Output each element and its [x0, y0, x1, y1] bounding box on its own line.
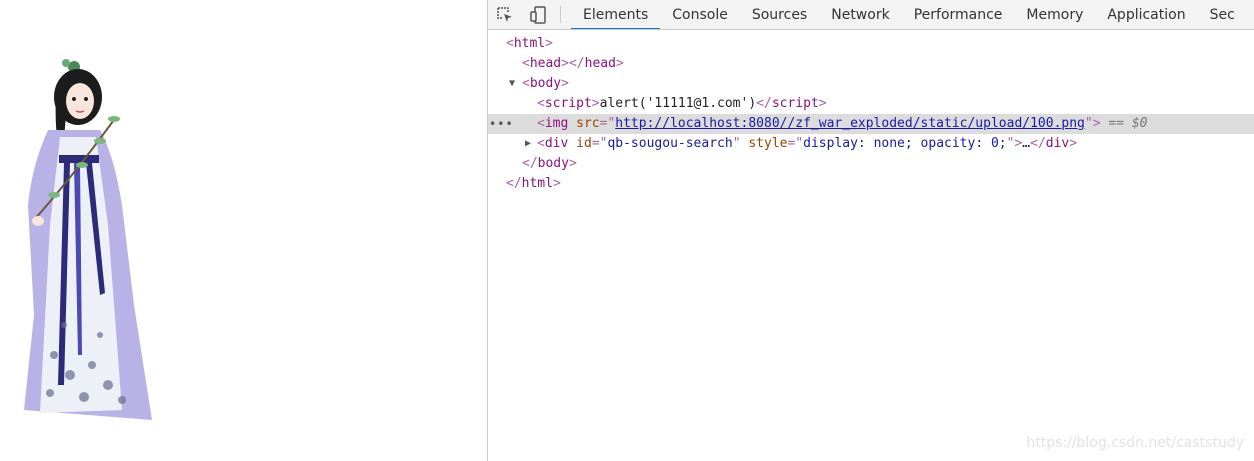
img-tag: img: [544, 116, 569, 131]
collapse-arrow-icon[interactable]: ▶: [525, 134, 531, 154]
tab-elements[interactable]: Elements: [571, 0, 661, 29]
script-close-tag: script: [771, 96, 819, 111]
tab-console-label: Console: [672, 6, 728, 23]
dom-node-body-close[interactable]: </body>: [488, 154, 1254, 174]
page-viewport: [0, 0, 487, 461]
html-close-tag: html: [521, 176, 553, 191]
tab-memory[interactable]: Memory: [1014, 0, 1095, 29]
head-close-tag: head: [584, 56, 616, 71]
img-src-link[interactable]: http://localhost:8080//zf_war_exploded/s…: [615, 116, 1085, 131]
script-tag: script: [544, 96, 592, 111]
div-style-attr: style: [748, 136, 788, 151]
tab-performance[interactable]: Performance: [902, 0, 1015, 29]
more-options-icon[interactable]: •••: [489, 114, 514, 134]
selected-node-marker: == $0: [1108, 116, 1148, 131]
div-id-value: qb-sougou-search: [607, 136, 733, 151]
inspect-element-button[interactable]: [488, 0, 521, 29]
tab-elements-label: Elements: [583, 6, 649, 23]
uploaded-image: [4, 55, 154, 427]
tab-application[interactable]: Application: [1095, 0, 1197, 29]
head-tag: head: [529, 56, 562, 71]
dom-node-div[interactable]: ▶ <div id="qb-sougou-search" style="disp…: [488, 134, 1254, 154]
device-mode-icon: [529, 5, 546, 24]
dom-node-img[interactable]: ••• <img src="http://localhost:8080//zf_…: [488, 114, 1254, 134]
device-toolbar-button[interactable]: [521, 0, 554, 29]
tab-security-label: Sec: [1209, 6, 1235, 23]
div-style-value: display: none; opacity: 0;: [803, 136, 1007, 151]
div-tag: div: [544, 136, 569, 151]
img-src-attr: src: [576, 116, 600, 131]
body-close-tag: body: [537, 156, 569, 171]
dom-node-html[interactable]: <html>: [488, 34, 1254, 54]
devtools-toolbar: Elements Console Sources Network Perform…: [488, 0, 1254, 30]
tab-security[interactable]: Sec: [1198, 0, 1247, 29]
tab-network[interactable]: Network: [819, 0, 901, 29]
dom-node-script[interactable]: <script>alert('11111@1.com')</script>: [488, 94, 1254, 114]
watermark: https://blog.csdn.net/caststudy: [1026, 435, 1244, 451]
tab-application-label: Application: [1107, 6, 1186, 23]
tab-memory-label: Memory: [1026, 6, 1084, 23]
expand-arrow-icon[interactable]: ▼: [509, 74, 515, 94]
html-tag: html: [513, 36, 546, 51]
dom-node-html-close[interactable]: </html>: [488, 174, 1254, 194]
collapsed-ellipsis[interactable]: …: [1022, 136, 1030, 151]
tab-sources-label: Sources: [751, 6, 808, 23]
devtools-panel: Elements Console Sources Network Perform…: [487, 0, 1254, 461]
select-cursor-icon: [496, 6, 512, 22]
dom-tree: <html> <head></head> ▼ <body> <script>al…: [488, 30, 1254, 461]
div-id-attr: id: [576, 136, 592, 151]
body-tag: body: [529, 76, 562, 91]
dom-node-body[interactable]: ▼ <body>: [488, 74, 1254, 94]
tab-console[interactable]: Console: [660, 0, 740, 29]
tab-sources[interactable]: Sources: [740, 0, 819, 29]
dom-node-head[interactable]: <head></head>: [488, 54, 1254, 74]
script-content: alert('11111@1.com'): [599, 96, 757, 111]
div-close-tag: div: [1045, 136, 1070, 151]
toolbar-divider: [560, 6, 561, 23]
tab-network-label: Network: [831, 6, 890, 23]
tab-performance-label: Performance: [913, 6, 1003, 23]
